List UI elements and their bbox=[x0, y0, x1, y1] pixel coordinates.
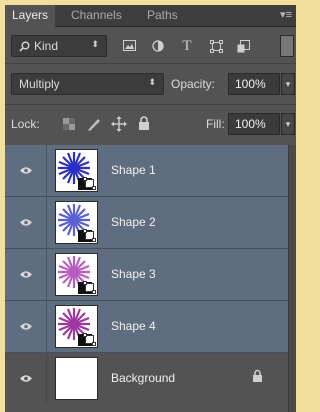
lock-position-icon[interactable] bbox=[111, 116, 127, 132]
layer-row-shape-1[interactable]: Shape 1 bbox=[5, 145, 288, 197]
layer-thumbnail bbox=[55, 305, 98, 348]
layer-row-shape-3[interactable]: Shape 3 bbox=[5, 249, 288, 301]
blend-row: Multiply ⬍ Opacity: 100% ▾ bbox=[5, 69, 296, 99]
visibility-toggle[interactable] bbox=[5, 353, 47, 405]
visibility-toggle[interactable] bbox=[5, 249, 47, 301]
vector-mask-icon bbox=[83, 333, 96, 346]
lock-icon[interactable] bbox=[252, 369, 263, 383]
blend-mode-select[interactable]: Multiply ⬍ bbox=[11, 73, 164, 95]
filter-kind-select[interactable]: Kind ⬍ bbox=[11, 35, 107, 57]
layer-row-background[interactable]: Background bbox=[5, 353, 288, 405]
filter-toggle-switch[interactable] bbox=[280, 35, 294, 57]
fill-slider-arrow[interactable]: ▾ bbox=[281, 113, 295, 135]
layer-thumbnail bbox=[55, 253, 98, 296]
type-filter-icon[interactable]: T bbox=[177, 35, 197, 57]
divider bbox=[5, 63, 296, 64]
tab-layers[interactable]: Layers bbox=[5, 5, 56, 27]
opacity-field[interactable]: 100% bbox=[228, 73, 280, 95]
layer-thumbnail bbox=[55, 357, 98, 400]
panel-tab-bar: Layers Channels Paths ▾≡ bbox=[5, 5, 296, 27]
visibility-toggle[interactable] bbox=[5, 145, 47, 197]
lock-image-icon[interactable] bbox=[86, 116, 102, 132]
vector-mask-icon bbox=[83, 177, 96, 190]
tab-paths[interactable]: Paths bbox=[140, 5, 185, 26]
search-icon bbox=[19, 41, 30, 52]
eye-icon bbox=[20, 271, 32, 278]
eye-icon bbox=[20, 167, 32, 174]
layers-scrollbar[interactable] bbox=[288, 145, 296, 412]
tab-channels[interactable]: Channels bbox=[64, 5, 129, 26]
lock-transparent-icon[interactable] bbox=[63, 118, 75, 130]
chevron-updown-icon: ⬍ bbox=[91, 39, 99, 49]
vector-mask-icon bbox=[83, 229, 96, 242]
opacity-label: Opacity: bbox=[171, 77, 216, 91]
visibility-toggle[interactable] bbox=[5, 301, 47, 353]
blend-mode-value: Multiply bbox=[19, 77, 60, 91]
fill-label: Fill: bbox=[206, 117, 225, 131]
layer-row-shape-2[interactable]: Shape 2 bbox=[5, 197, 288, 249]
fill-field[interactable]: 100% bbox=[228, 113, 280, 135]
lock-label: Lock: bbox=[11, 117, 40, 131]
layer-name[interactable]: Shape 4 bbox=[111, 319, 156, 333]
layers-panel: Layers Channels Paths ▾≡ Kind ⬍ T Multip… bbox=[5, 5, 296, 412]
visibility-toggle[interactable] bbox=[5, 197, 47, 249]
eye-icon bbox=[20, 219, 32, 226]
layer-name[interactable]: Background bbox=[111, 371, 175, 385]
chevron-updown-icon: ⬍ bbox=[148, 77, 156, 87]
pixel-filter-icon[interactable] bbox=[119, 35, 139, 57]
eye-icon bbox=[20, 323, 32, 330]
layer-row-shape-4[interactable]: Shape 4 bbox=[5, 301, 288, 353]
lock-row: Lock: Fill: 100% ▾ bbox=[5, 109, 296, 139]
layer-name[interactable]: Shape 3 bbox=[111, 267, 156, 281]
lock-all-icon[interactable] bbox=[138, 116, 150, 131]
adjustment-filter-icon[interactable] bbox=[148, 35, 168, 57]
smart-object-filter-icon[interactable] bbox=[233, 35, 253, 57]
layer-thumbnail bbox=[55, 149, 98, 192]
divider bbox=[5, 104, 296, 105]
panel-menu-icon[interactable]: ▾≡ bbox=[280, 8, 292, 21]
layer-name[interactable]: Shape 2 bbox=[111, 215, 156, 229]
layer-name[interactable]: Shape 1 bbox=[111, 163, 156, 177]
opacity-slider-arrow[interactable]: ▾ bbox=[281, 73, 295, 95]
filter-kind-label: Kind bbox=[34, 39, 59, 53]
vector-mask-icon bbox=[83, 281, 96, 294]
layers-list: Shape 1 Shape 2 Shape 3 Shape 4 Backgrou… bbox=[5, 145, 296, 412]
layer-thumbnail bbox=[55, 201, 98, 244]
filter-row: Kind ⬍ T bbox=[5, 33, 296, 59]
shape-filter-icon[interactable] bbox=[206, 35, 226, 57]
eye-icon bbox=[20, 375, 32, 382]
